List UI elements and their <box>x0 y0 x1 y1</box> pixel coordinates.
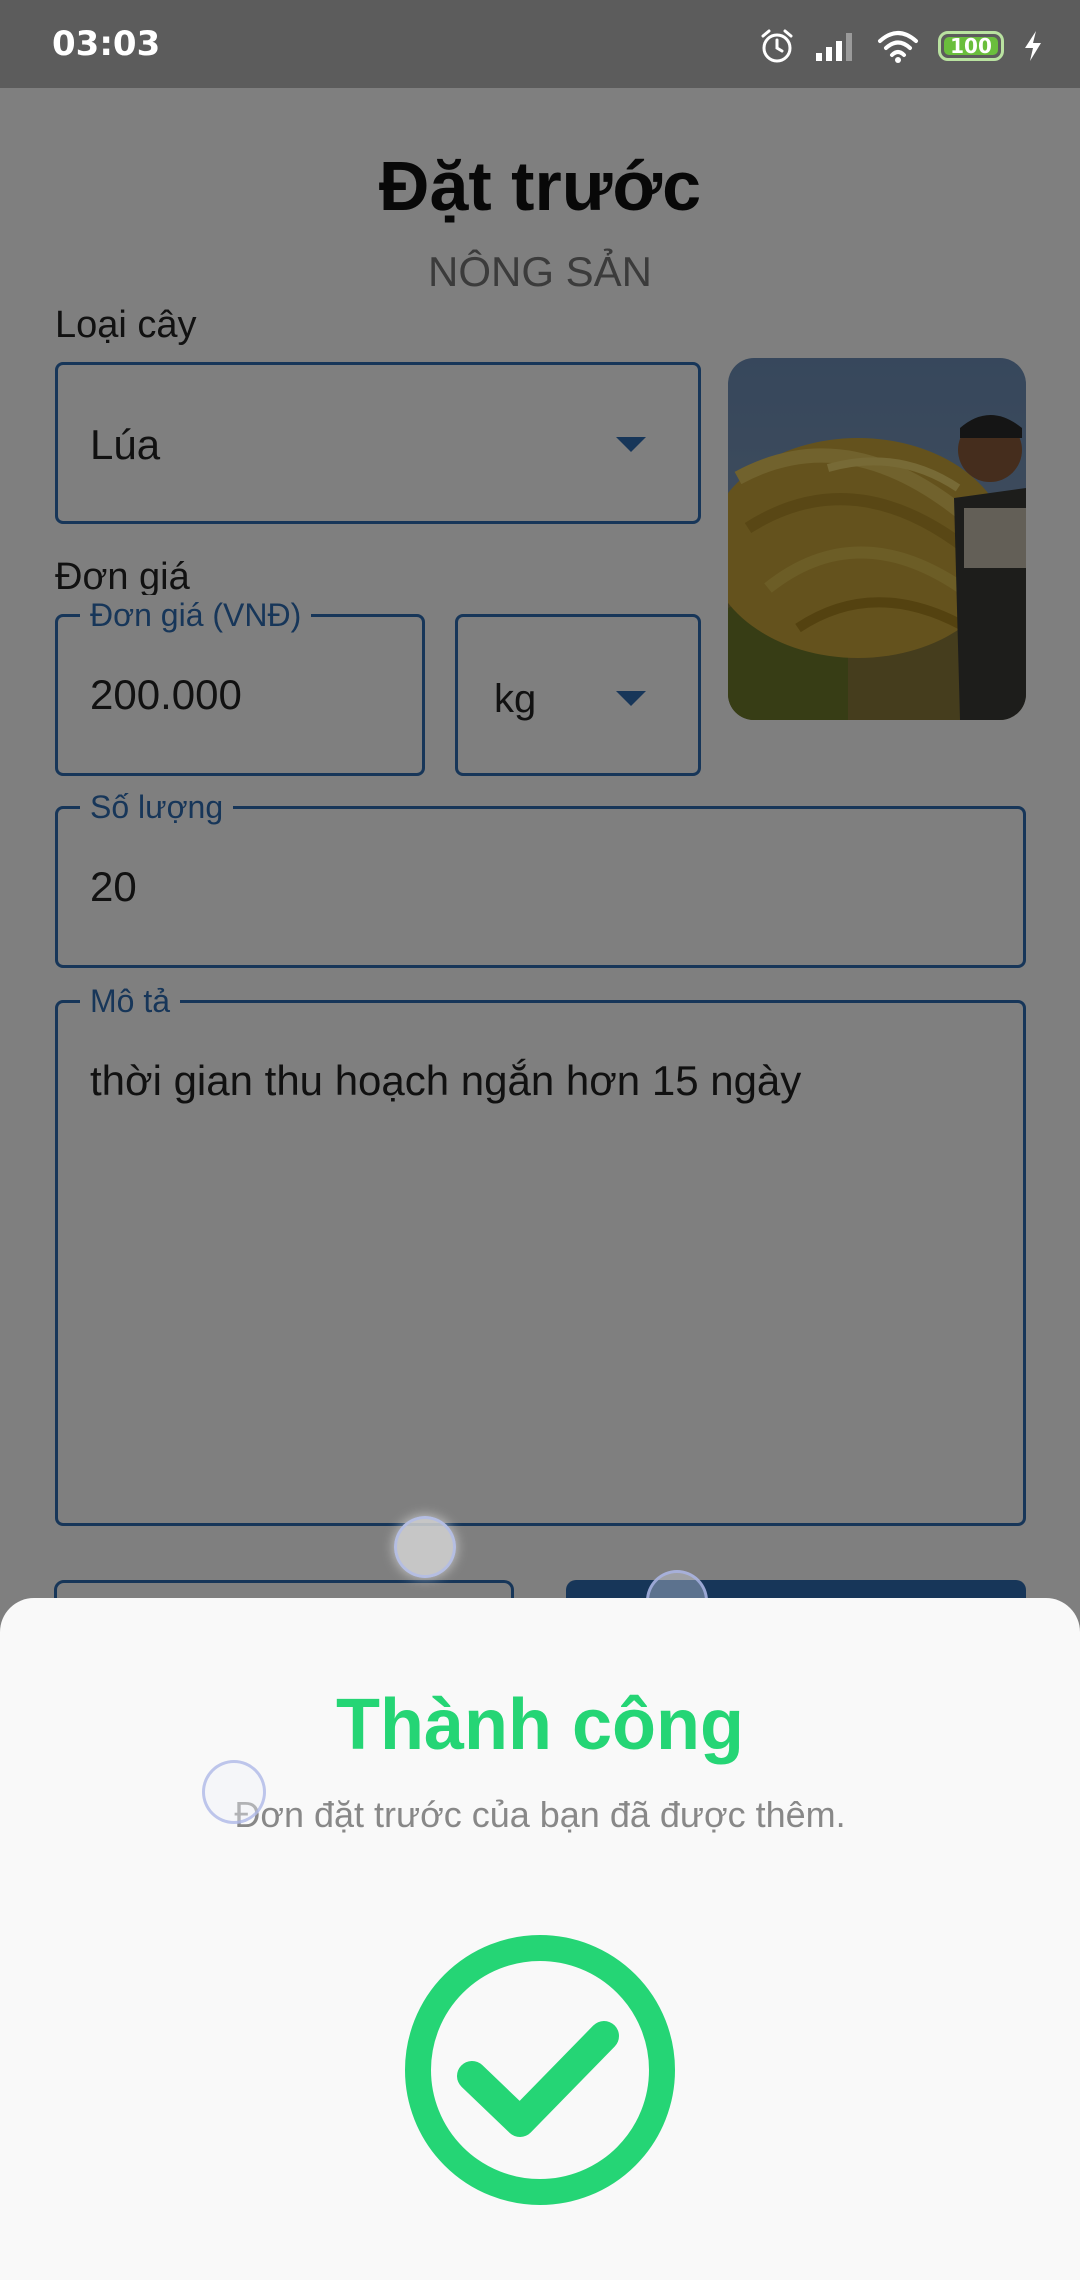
check-circle-icon <box>405 1935 675 2205</box>
touch-indicator <box>394 1516 456 1578</box>
touch-indicator <box>202 1760 266 1824</box>
charging-icon <box>1025 31 1041 61</box>
status-time: 03:03 <box>52 24 161 64</box>
status-bar: 03:03 100 <box>0 0 1080 88</box>
dialog-message: Đơn đặt trước của bạn đã được thêm. <box>234 1794 846 1835</box>
wifi-icon <box>878 31 918 63</box>
success-dialog: Thành công Đơn đặt trước của bạn đã được… <box>0 1598 1080 2280</box>
signal-icon <box>816 33 852 61</box>
battery-level: 100 <box>950 34 992 58</box>
battery-icon: 100 <box>938 31 1004 61</box>
dialog-title: Thành công <box>336 1685 744 1765</box>
alarm-icon <box>761 29 793 63</box>
status-icons: 100 <box>758 24 1044 68</box>
